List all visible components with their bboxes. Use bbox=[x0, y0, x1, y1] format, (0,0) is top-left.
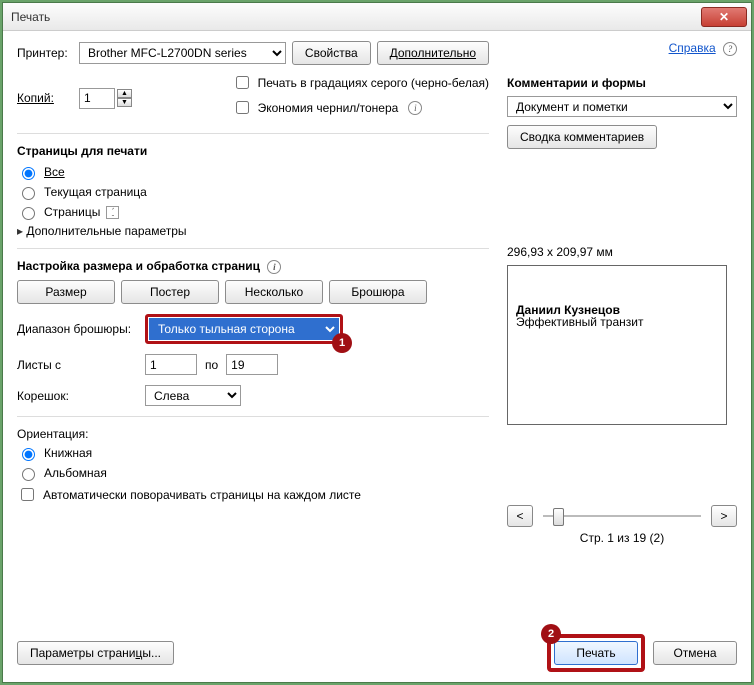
pages-all-radio[interactable] bbox=[22, 167, 35, 180]
autorotate-label: Автоматически поворачивать страницы на к… bbox=[43, 488, 361, 502]
ink-save-label: Экономия чернил/тонера bbox=[258, 101, 399, 115]
annotation-highlight-2: 2 Печать bbox=[547, 634, 645, 672]
orientation-portrait-label: Книжная bbox=[44, 446, 92, 460]
close-icon: ✕ bbox=[719, 10, 729, 24]
multiple-button[interactable]: Несколько bbox=[225, 280, 323, 304]
spin-down-icon[interactable]: ▼ bbox=[117, 98, 132, 107]
preview-dimensions: 296,93 x 209,97 мм bbox=[507, 245, 737, 259]
pages-all-label: Все bbox=[44, 165, 65, 179]
zoom-slider[interactable] bbox=[539, 505, 705, 527]
pages-range-input[interactable] bbox=[106, 206, 119, 219]
comments-select[interactable]: Документ и пометки bbox=[507, 96, 737, 117]
close-button[interactable]: ✕ bbox=[701, 7, 747, 27]
orientation-landscape-label: Альбомная bbox=[44, 466, 107, 480]
copies-label: Копий: bbox=[17, 91, 73, 105]
copies-spinner[interactable]: ▲ ▼ bbox=[79, 88, 132, 109]
spin-up-icon[interactable]: ▲ bbox=[117, 89, 132, 98]
titlebar: Печать ✕ bbox=[3, 3, 751, 31]
advanced-button[interactable]: Дополнительно bbox=[377, 41, 489, 65]
comments-section-title: Комментарии и формы bbox=[507, 76, 737, 90]
page-indicator: Стр. 1 из 19 (2) bbox=[507, 531, 737, 545]
printer-label: Принтер: bbox=[17, 46, 73, 60]
slider-thumb-icon[interactable] bbox=[553, 508, 564, 526]
sheets-to-label: по bbox=[205, 358, 218, 372]
properties-button[interactable]: Свойства bbox=[292, 41, 371, 65]
info-icon[interactable]: i bbox=[267, 260, 281, 274]
booklet-range-label: Диапазон брошюры: bbox=[17, 322, 137, 336]
printer-select[interactable]: Brother MFC-L2700DN series bbox=[79, 42, 286, 64]
comments-summary-button[interactable]: Сводка комментариев bbox=[507, 125, 657, 149]
pages-current-radio[interactable] bbox=[22, 187, 35, 200]
poster-button[interactable]: Постер bbox=[121, 280, 219, 304]
help-icon[interactable]: ? bbox=[723, 42, 737, 56]
cancel-button[interactable]: Отмена bbox=[653, 641, 737, 665]
pages-current-label: Текущая страница bbox=[44, 185, 147, 199]
pages-range-label: Страницы bbox=[44, 205, 100, 219]
orientation-landscape-radio[interactable] bbox=[22, 468, 35, 481]
sizing-section-title: Настройка размера и обработка страниц i bbox=[17, 259, 489, 274]
sheets-from-input[interactable] bbox=[145, 354, 197, 375]
print-dialog: Печать ✕ Принтер: Brother MFC-L2700DN se… bbox=[2, 2, 752, 683]
print-preview: Даниил Кузнецов Эффективный транзит bbox=[507, 265, 727, 425]
preview-next-button[interactable]: > bbox=[711, 505, 737, 527]
annotation-marker-2: 2 bbox=[541, 624, 561, 644]
preview-prev-button[interactable]: < bbox=[507, 505, 533, 527]
spine-select[interactable]: Слева bbox=[145, 385, 241, 406]
annotation-marker-1: 1 bbox=[332, 333, 352, 353]
autorotate-checkbox[interactable] bbox=[21, 488, 34, 501]
annotation-highlight-1: Только тыльная сторона 1 bbox=[145, 314, 343, 344]
pages-range-radio[interactable] bbox=[22, 207, 35, 220]
sheets-to-input[interactable] bbox=[226, 354, 278, 375]
booklet-button[interactable]: Брошюра bbox=[329, 280, 427, 304]
pages-section-title: Страницы для печати bbox=[17, 144, 489, 158]
grayscale-checkbox[interactable] bbox=[236, 76, 249, 89]
more-params-disclosure[interactable]: Дополнительные параметры bbox=[17, 224, 489, 238]
window-title: Печать bbox=[11, 10, 701, 24]
orientation-portrait-radio[interactable] bbox=[22, 448, 35, 461]
orientation-label: Ориентация: bbox=[17, 427, 489, 441]
sheets-from-label: Листы с bbox=[17, 358, 137, 372]
page-setup-button[interactable]: Параметры страницы... bbox=[17, 641, 174, 665]
help-link[interactable]: Справка bbox=[669, 41, 716, 55]
preview-line-2: Эффективный транзит bbox=[516, 316, 643, 328]
info-icon[interactable]: i bbox=[408, 101, 422, 115]
print-button[interactable]: Печать bbox=[554, 641, 638, 665]
booklet-range-select[interactable]: Только тыльная сторона bbox=[149, 318, 339, 340]
spine-label: Корешок: bbox=[17, 389, 137, 403]
grayscale-label: Печать в градациях серого (черно-белая) bbox=[258, 76, 489, 90]
size-button[interactable]: Размер bbox=[17, 280, 115, 304]
copies-input[interactable] bbox=[79, 88, 115, 109]
ink-save-checkbox[interactable] bbox=[236, 101, 249, 114]
